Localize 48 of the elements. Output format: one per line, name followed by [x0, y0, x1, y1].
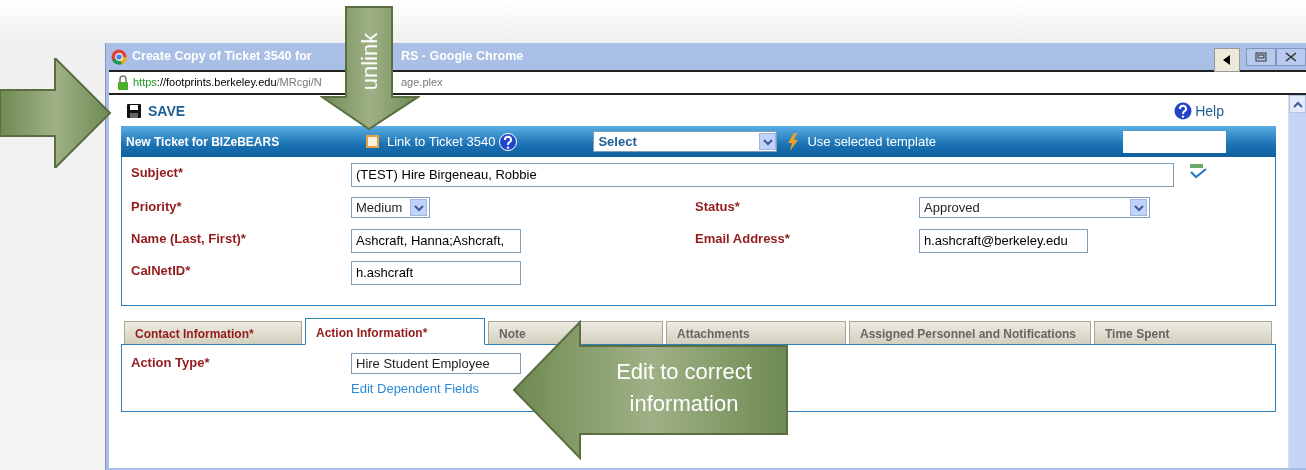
template-select[interactable]: Select — [593, 131, 778, 152]
select-field[interactable]: Hire Student Employee — [351, 353, 521, 374]
triangle-left-icon[interactable] — [1223, 54, 1231, 65]
field-label: Priority* — [131, 198, 183, 216]
lightning-icon — [787, 132, 800, 151]
field-label: Action Type* — [131, 354, 211, 372]
window-title: Create Copy of Ticket 3540 for — [132, 48, 313, 66]
url-text[interactable]: age.plex — [401, 74, 443, 91]
tab[interactable]: Action Information* — [305, 318, 485, 345]
lock-icon — [117, 75, 129, 90]
field-label: Name (Last, First)* — [131, 230, 247, 248]
url-text[interactable]: https://footprints.berkeley.edu/MRcgi/N — [133, 74, 345, 91]
edit-dependent-fields-link[interactable]: Edit Dependent Fields — [351, 379, 479, 399]
tab[interactable]: Assigned Personnel and Notifications — [849, 321, 1091, 344]
field-label: Email Address* — [695, 230, 791, 248]
window-title: RS - Google Chrome — [401, 48, 524, 66]
close-icon[interactable] — [1285, 51, 1297, 62]
callout-text: unlink — [356, 32, 383, 90]
tab[interactable]: Time Spent — [1094, 321, 1272, 344]
checkbox-label[interactable]: Link to Ticket 3540 — [387, 131, 496, 152]
select-field[interactable]: Approved — [919, 197, 1150, 218]
chevron-up-icon[interactable] — [1292, 100, 1303, 108]
close-button[interactable] — [1276, 47, 1306, 66]
save-button[interactable]: SAVE — [148, 100, 186, 122]
help-icon[interactable] — [499, 132, 518, 151]
browser-logo-icon — [111, 48, 127, 65]
select-field[interactable]: Medium — [351, 197, 431, 218]
callout-text: Edit to correct information — [616, 359, 752, 416]
template-search-field[interactable] — [1123, 130, 1226, 153]
restore-icon[interactable] — [1255, 51, 1267, 62]
spell-check-icon[interactable] — [1188, 163, 1208, 179]
tab[interactable]: Note — [488, 321, 663, 344]
scroll-up-button[interactable] — [1289, 95, 1306, 113]
text-field[interactable]: (TEST) Hire Birgeneau, Robbie — [351, 163, 1174, 187]
link-checkbox[interactable] — [366, 135, 379, 148]
text-field[interactable]: h.ashcraft@berkeley.edu — [919, 229, 1088, 253]
field-label: Status* — [695, 198, 741, 216]
text-field[interactable]: h.ashcraft — [351, 261, 521, 285]
scroll-left-button[interactable] — [1214, 47, 1240, 72]
form-title: New Ticket for BIZeBEARS — [126, 133, 281, 151]
help-link[interactable]: Help — [1195, 100, 1224, 122]
tab[interactable]: Contact Information* — [124, 321, 302, 344]
tab[interactable]: Attachments — [666, 321, 846, 344]
field-label: Subject* — [131, 164, 184, 182]
text-field[interactable]: Ashcraft, Hanna;Ashcraft, — [351, 229, 521, 253]
help-icon — [1174, 102, 1193, 120]
field-label: CalNetID* — [131, 262, 192, 280]
use-template-link[interactable]: Use selected template — [807, 131, 937, 152]
